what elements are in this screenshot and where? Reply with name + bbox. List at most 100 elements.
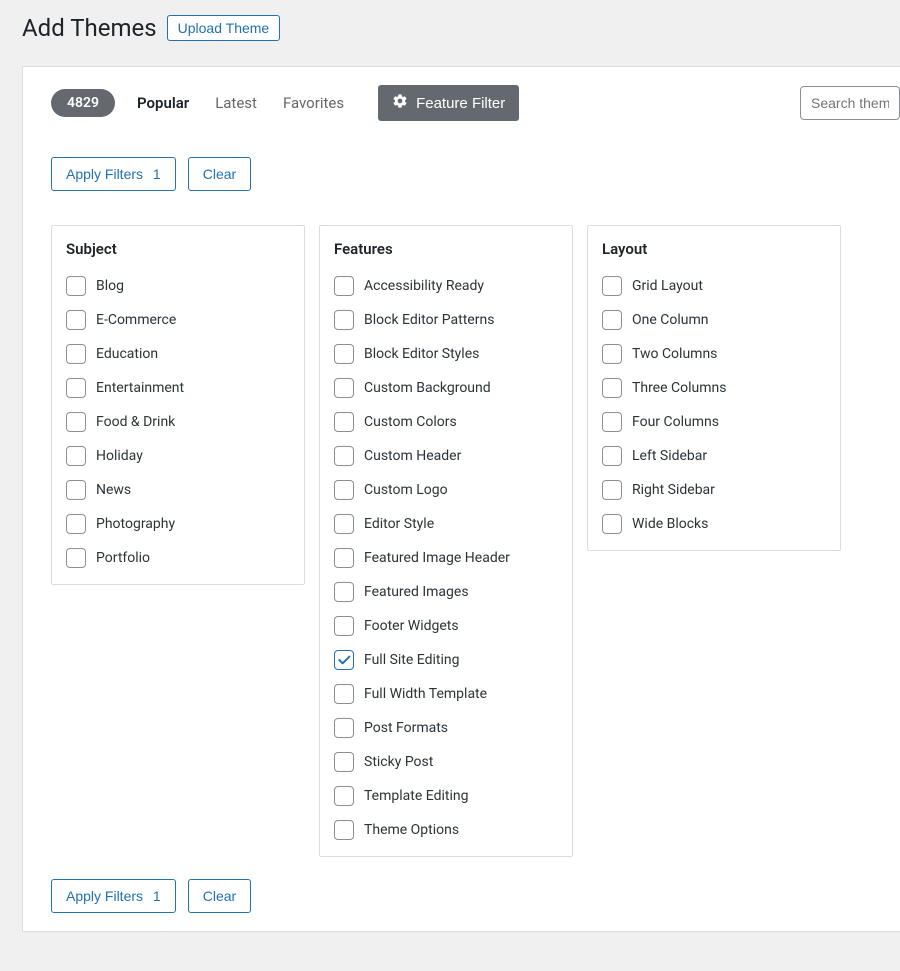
checkbox-icon <box>602 412 622 432</box>
apply-filters-label: Apply Filters <box>66 166 143 182</box>
filter-checkbox-row[interactable]: E-Commerce <box>66 310 290 330</box>
filter-checkbox-row[interactable]: Three Columns <box>602 378 826 398</box>
apply-filters-button-bottom[interactable]: Apply Filters 1 <box>51 879 176 913</box>
filter-checkbox-row[interactable]: Photography <box>66 514 290 534</box>
filter-checkbox-row[interactable]: Right Sidebar <box>602 480 826 500</box>
search-input[interactable] <box>800 86 900 120</box>
filter-checkbox-row[interactable]: Custom Colors <box>334 412 558 432</box>
checkbox-icon <box>334 514 354 534</box>
filter-checkbox-label: Right Sidebar <box>632 482 715 498</box>
content-panel: 4829 Popular Latest Favorites Feature Fi… <box>22 66 900 932</box>
clear-filters-button[interactable]: Clear <box>188 157 251 191</box>
filter-checkbox-label: Theme Options <box>364 822 459 838</box>
filter-checkbox-row[interactable]: Theme Options <box>334 820 558 840</box>
filter-checkbox-row[interactable]: Food & Drink <box>66 412 290 432</box>
checkbox-icon <box>334 276 354 296</box>
filter-checkbox-label: Education <box>96 346 158 362</box>
filter-checkbox-row[interactable]: Template Editing <box>334 786 558 806</box>
clear-filters-button-bottom[interactable]: Clear <box>188 879 251 913</box>
filter-checkbox-row[interactable]: Accessibility Ready <box>334 276 558 296</box>
checkbox-icon <box>66 548 86 568</box>
filter-checkbox-row[interactable]: Blog <box>66 276 290 296</box>
filter-checkbox-row[interactable]: Sticky Post <box>334 752 558 772</box>
filter-checkbox-row[interactable]: Wide Blocks <box>602 514 826 534</box>
filter-checkbox-row[interactable]: Block Editor Patterns <box>334 310 558 330</box>
feature-filter-button[interactable]: Feature Filter <box>378 85 519 121</box>
filter-checkbox-row[interactable]: Custom Header <box>334 446 558 466</box>
filter-checkbox-label: Wide Blocks <box>632 516 708 532</box>
checkbox-icon <box>334 718 354 738</box>
tab-popular[interactable]: Popular <box>137 94 189 112</box>
filter-checkbox-row[interactable]: One Column <box>602 310 826 330</box>
filter-checkbox-row[interactable]: Entertainment <box>66 378 290 398</box>
filter-checkbox-label: Template Editing <box>364 788 468 804</box>
filter-checkbox-row[interactable]: Custom Logo <box>334 480 558 500</box>
apply-filters-count: 1 <box>153 888 161 904</box>
filter-checkbox-label: Block Editor Styles <box>364 346 479 362</box>
checkbox-icon <box>334 582 354 602</box>
filter-checkbox-label: Holiday <box>96 448 143 464</box>
filter-checkbox-row[interactable]: Post Formats <box>334 718 558 738</box>
checkbox-icon <box>66 276 86 296</box>
checkbox-icon <box>602 310 622 330</box>
filter-checkbox-label: Accessibility Ready <box>364 278 484 294</box>
filter-column-features: Features Accessibility Ready Block Editor… <box>319 225 573 857</box>
filter-checkbox-label: Block Editor Patterns <box>364 312 494 328</box>
filter-heading-layout: Layout <box>602 240 826 258</box>
checkbox-icon <box>66 412 86 432</box>
filter-checkbox-row[interactable]: Four Columns <box>602 412 826 432</box>
filter-checkbox-row[interactable]: Education <box>66 344 290 364</box>
checkbox-icon <box>66 446 86 466</box>
filter-checkbox-row[interactable]: Featured Images <box>334 582 558 602</box>
filter-checkbox-row[interactable]: Footer Widgets <box>334 616 558 636</box>
filter-checkbox-label: Two Columns <box>632 346 717 362</box>
filter-checkbox-label: Custom Colors <box>364 414 457 430</box>
checkbox-icon <box>334 752 354 772</box>
checkbox-icon <box>334 310 354 330</box>
filter-checkbox-label: Sticky Post <box>364 754 433 770</box>
filter-checkbox-row[interactable]: Featured Image Header <box>334 548 558 568</box>
checkbox-icon <box>602 378 622 398</box>
filter-checkbox-row[interactable]: News <box>66 480 290 500</box>
filter-checkbox-label: Four Columns <box>632 414 719 430</box>
filter-checkbox-row[interactable]: Grid Layout <box>602 276 826 296</box>
filter-checkbox-row[interactable]: Block Editor Styles <box>334 344 558 364</box>
filter-checkbox-label: Photography <box>96 516 175 532</box>
checkbox-icon <box>66 480 86 500</box>
filter-checkbox-row[interactable]: Two Columns <box>602 344 826 364</box>
apply-filters-count: 1 <box>153 166 161 182</box>
filter-column-layout: Layout Grid Layout One Column Two Columns T… <box>587 225 841 551</box>
filter-checkbox-row[interactable]: Full Site Editing <box>334 650 558 670</box>
filter-checkbox-row[interactable]: Custom Background <box>334 378 558 398</box>
page-title: Add Themes <box>22 10 157 46</box>
filter-checkbox-row[interactable]: Left Sidebar <box>602 446 826 466</box>
filter-checkbox-row[interactable]: Portfolio <box>66 548 290 568</box>
filter-heading-features: Features <box>334 240 558 258</box>
checkbox-icon <box>334 786 354 806</box>
tab-latest[interactable]: Latest <box>215 94 257 112</box>
checkbox-icon <box>602 276 622 296</box>
apply-filters-label: Apply Filters <box>66 888 143 904</box>
filter-checkbox-label: Grid Layout <box>632 278 703 294</box>
filter-checkbox-label: Custom Logo <box>364 482 448 498</box>
filter-checkbox-label: Featured Images <box>364 584 469 600</box>
filter-checkbox-row[interactable]: Holiday <box>66 446 290 466</box>
checkbox-icon <box>334 684 354 704</box>
filter-checkbox-label: Custom Background <box>364 380 491 396</box>
filter-checkbox-row[interactable]: Full Width Template <box>334 684 558 704</box>
filter-checkbox-row[interactable]: Editor Style <box>334 514 558 534</box>
filter-checkbox-label: Entertainment <box>96 380 184 396</box>
checkbox-icon <box>66 344 86 364</box>
apply-filters-button[interactable]: Apply Filters 1 <box>51 157 176 191</box>
gear-icon <box>392 93 408 113</box>
tab-favorites[interactable]: Favorites <box>283 94 344 112</box>
filter-checkbox-label: One Column <box>632 312 709 328</box>
checkbox-icon <box>66 514 86 534</box>
feature-filter-label: Feature Filter <box>416 95 505 112</box>
filter-checkbox-label: Three Columns <box>632 380 726 396</box>
checkbox-icon <box>334 378 354 398</box>
checkbox-icon <box>334 344 354 364</box>
filter-heading-subject: Subject <box>66 240 290 258</box>
checkbox-icon <box>602 344 622 364</box>
upload-theme-button[interactable]: Upload Theme <box>167 15 281 41</box>
